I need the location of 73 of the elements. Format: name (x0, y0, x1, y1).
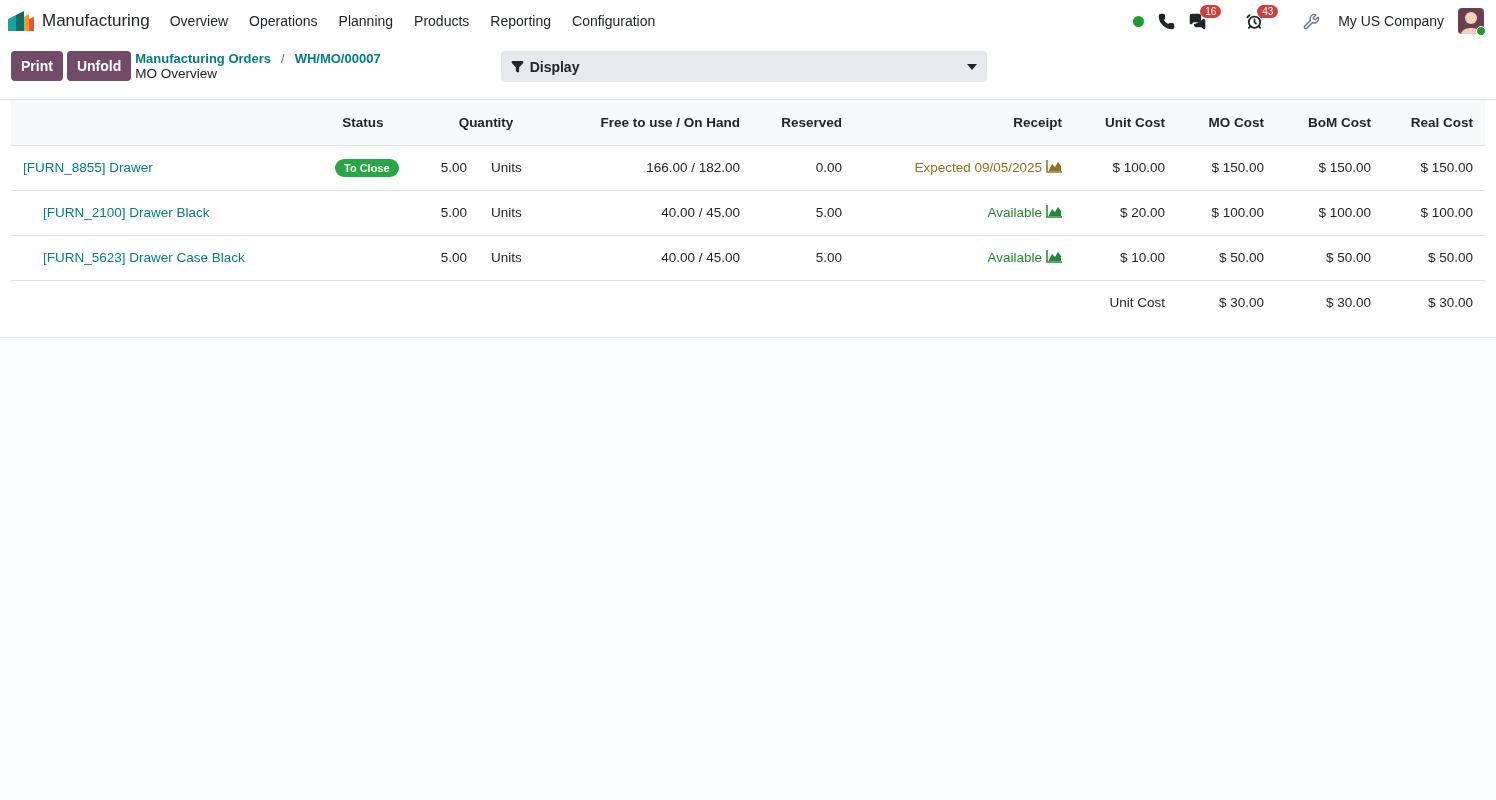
area-chart-icon[interactable] (1046, 160, 1062, 173)
menu-item[interactable]: Overview (169, 13, 229, 29)
column-header: MO Cost (1177, 100, 1276, 145)
column-header: Status (323, 100, 403, 145)
cost-cell: $ 30.00 (1276, 280, 1383, 325)
app-logo-icon[interactable] (8, 11, 35, 31)
filter-icon (510, 60, 524, 73)
cost-cell: $ 100.00 (1074, 145, 1177, 190)
tools-icon[interactable] (1303, 12, 1321, 30)
cost-cell: $ 30.00 (1177, 280, 1276, 325)
menu-item[interactable]: Products (414, 13, 470, 29)
status-dot-icon (1133, 15, 1145, 27)
stock-cell: 166.00 / 182.00 (569, 145, 752, 190)
cost-cell: $ 150.00 (1383, 145, 1485, 190)
menu-item[interactable]: Planning (338, 13, 394, 29)
column-header: Quantity (403, 100, 569, 145)
stock-cell: 40.00 / 45.00 (569, 190, 752, 235)
chat-icon[interactable] (1189, 12, 1207, 30)
menu-item[interactable]: Operations (249, 13, 318, 29)
column-header: Receipt (854, 100, 1074, 145)
breadcrumb-link[interactable]: WH/MO/00007 (294, 51, 381, 66)
cost-cell: $ 150.00 (1276, 145, 1383, 190)
column-header: Reserved (752, 100, 854, 145)
column-header: BoM Cost (1276, 100, 1383, 145)
cost-cell: $ 20.00 (1074, 190, 1177, 235)
toolbar-button[interactable]: Unfold (66, 51, 132, 81)
stock-cell: 40.00 / 45.00 (569, 235, 752, 280)
area-chart-icon[interactable] (1046, 250, 1062, 263)
cost-cell: $ 10.00 (1074, 235, 1177, 280)
breadcrumb-separator: / (281, 51, 285, 66)
cost-cell: $ 150.00 (1177, 145, 1276, 190)
receipt-text: Expected 09/05/2025 (914, 160, 1042, 175)
uom-cell: Units (479, 235, 569, 280)
product-link[interactable]: [FURN_2100] Drawer Black (23, 205, 210, 220)
breadcrumb-link[interactable]: Manufacturing Orders (135, 51, 271, 66)
company-name[interactable]: My US Company (1338, 13, 1444, 29)
uom-cell: Units (479, 190, 569, 235)
app-name[interactable]: Manufacturing (42, 11, 150, 31)
user-avatar[interactable] (1458, 8, 1484, 34)
caret-icon (966, 63, 977, 70)
display-dropdown[interactable]: Display (500, 51, 987, 82)
message-count-badge: 16 (1200, 4, 1222, 18)
receipt-text: Available (987, 250, 1042, 265)
receipt-text: Available (987, 205, 1042, 220)
status-badge: To Close (335, 159, 399, 177)
reserved-cell: 0.00 (752, 145, 854, 190)
area-chart-icon[interactable] (1046, 205, 1062, 218)
menu-item[interactable]: Configuration (572, 13, 656, 29)
column-header: Real Cost (1383, 100, 1485, 145)
cost-cell: $ 30.00 (1383, 280, 1485, 325)
cost-cell: $ 50.00 (1383, 235, 1485, 280)
phone-icon[interactable] (1158, 12, 1176, 30)
product-link[interactable]: [FURN_5623] Drawer Case Black (23, 250, 245, 265)
activity-count-badge: 43 (1257, 4, 1279, 18)
column-header: Unit Cost (1074, 100, 1177, 145)
page-title: MO Overview (135, 66, 218, 81)
cost-cell: $ 50.00 (1276, 235, 1383, 280)
footer-label: Unit Cost (1074, 280, 1177, 325)
reserved-cell: 5.00 (752, 235, 854, 280)
quantity-cell: 5.00 (403, 235, 479, 280)
cost-cell: $ 50.00 (1177, 235, 1276, 280)
toolbar-button[interactable]: Print (11, 51, 63, 81)
reserved-cell: 5.00 (752, 190, 854, 235)
column-header: Free to use / On Hand (569, 100, 752, 145)
clock-icon[interactable] (1246, 12, 1264, 30)
product-link[interactable]: [FURN_8855] Drawer (23, 160, 153, 175)
cost-cell: $ 100.00 (1177, 190, 1276, 235)
menu-item[interactable]: Reporting (490, 13, 552, 29)
uom-cell: Units (479, 145, 569, 190)
cost-cell: $ 100.00 (1276, 190, 1383, 235)
quantity-cell: 5.00 (403, 190, 479, 235)
quantity-cell: 5.00 (403, 145, 479, 190)
cost-cell: $ 100.00 (1383, 190, 1485, 235)
